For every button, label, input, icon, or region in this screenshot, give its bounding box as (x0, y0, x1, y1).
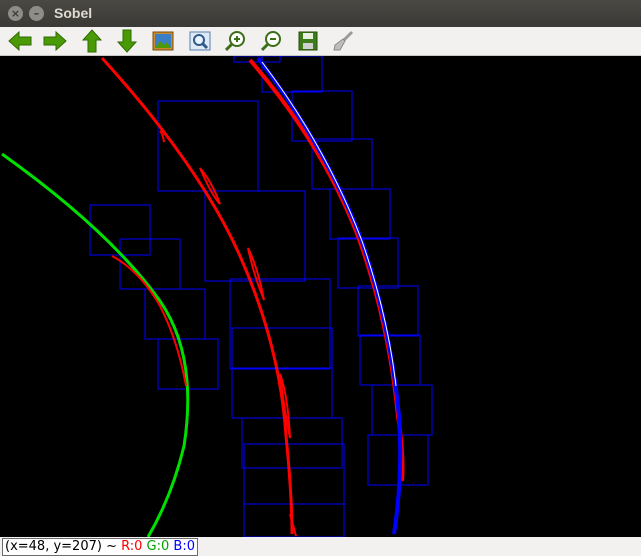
blue-value: B:0 (173, 539, 195, 554)
zoom-fit-button[interactable] (187, 29, 213, 53)
pixel-readout: (x=48, y=207) ~ R:0 G:0 B:0 (2, 538, 198, 556)
lane-detection-image (0, 56, 641, 537)
brush-icon (333, 30, 354, 51)
arrow-left-icon (8, 31, 32, 51)
pan-down-button[interactable] (114, 29, 140, 53)
minimize-button[interactable]: – (29, 6, 44, 21)
zoom-in-icon (225, 31, 245, 52)
arrow-right-icon (43, 31, 67, 51)
arrow-down-icon (117, 29, 137, 53)
image-canvas[interactable] (0, 56, 641, 537)
red-value: R:0 (121, 539, 143, 554)
save-icon (298, 31, 318, 51)
arrow-up-icon (82, 29, 102, 53)
zoom-reset-button[interactable] (150, 29, 176, 53)
save-button[interactable] (295, 29, 321, 53)
zoom-window-icon (189, 31, 211, 51)
pan-up-button[interactable] (79, 29, 105, 53)
zoom-out-button[interactable] (259, 29, 285, 53)
toolbar (0, 27, 641, 56)
cursor-coords: (x=48, y=207) ~ (5, 539, 117, 554)
close-button[interactable]: × (8, 6, 23, 21)
title-bar: × – Sobel (0, 0, 641, 27)
window-title: Sobel (54, 5, 93, 21)
pan-left-button[interactable] (7, 29, 33, 53)
image-icon (152, 31, 174, 51)
green-value: G:0 (146, 539, 170, 554)
zoom-out-icon (261, 31, 281, 52)
properties-button[interactable] (330, 29, 356, 53)
zoom-in-button[interactable] (223, 29, 249, 53)
pan-right-button[interactable] (42, 29, 68, 53)
status-bar: (x=48, y=207) ~ R:0 G:0 B:0 (0, 537, 641, 556)
